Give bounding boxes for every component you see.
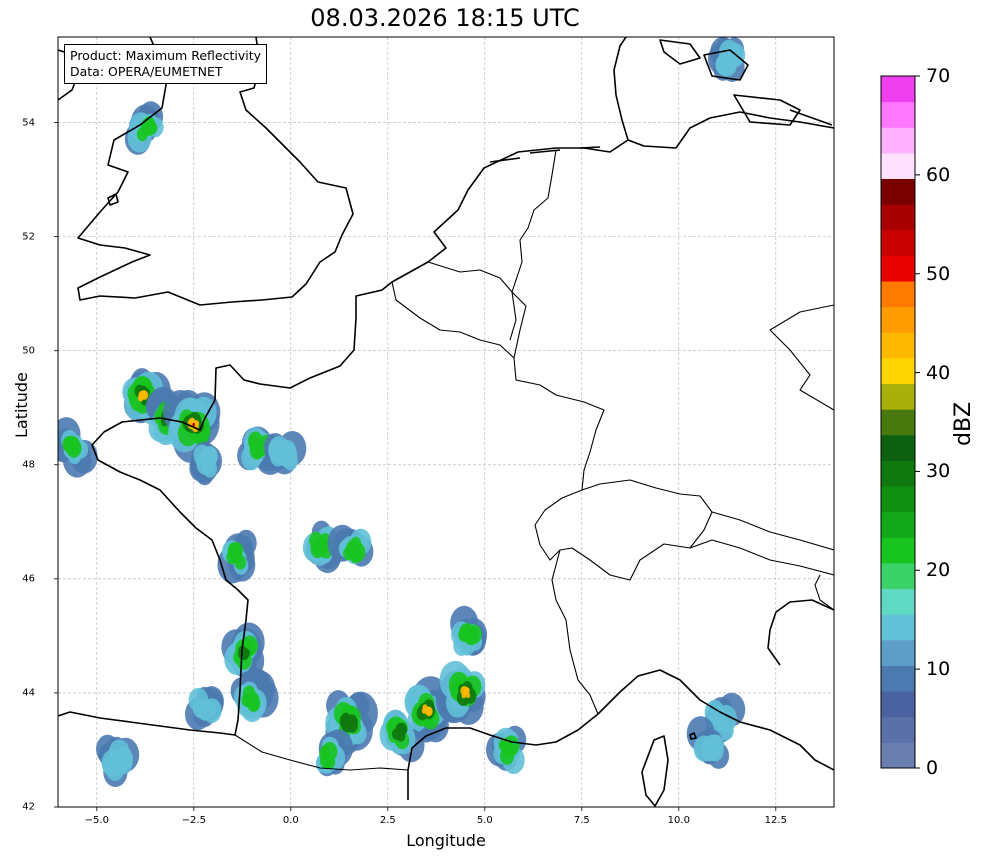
x-tick-label: 5.0 [476, 815, 493, 826]
x-tick-label: −5.0 [84, 815, 109, 826]
colorbar-segment [881, 281, 915, 308]
y-tick-label: 50 [22, 345, 35, 357]
colorbar-segment [881, 255, 915, 282]
colorbar [880, 75, 920, 769]
precip-blob [199, 705, 212, 721]
colorbar-segment [881, 460, 915, 487]
precip-blob [268, 436, 290, 464]
precip-blob [350, 536, 362, 551]
colorbar-segment [881, 306, 915, 333]
precip-blob [231, 551, 242, 565]
precip-blob [700, 737, 720, 762]
y-tick-label: 48 [22, 459, 35, 471]
x-tick-label: −2.5 [181, 815, 206, 826]
colorbar-segment [881, 537, 915, 564]
colorbar-segment [881, 229, 915, 256]
colorbar-segment [881, 588, 915, 615]
y-tick-label: 44 [22, 687, 35, 699]
precip-blob [193, 423, 195, 426]
colorbar-segment [881, 716, 915, 743]
colorbar-segment [881, 665, 915, 692]
radar-map [54, 36, 920, 811]
colorbar-tick-label: 70 [926, 65, 951, 87]
colorbar-segment [881, 127, 915, 154]
precip-blob [460, 686, 468, 696]
y-tick-marks [54, 122, 58, 808]
colorbar-segment [881, 639, 915, 666]
colorbar-segment [881, 178, 915, 205]
colorbar-segment [881, 434, 915, 461]
precip-blob [309, 531, 323, 550]
precip-blob [396, 730, 406, 742]
colorbar-label: dBZ [951, 401, 976, 446]
x-tick-marks [96, 807, 777, 811]
precip-blob [196, 452, 215, 475]
precip-blob [248, 435, 260, 451]
info-product: Product: Maximum Reflectivity [70, 48, 262, 63]
precip-blob [425, 706, 433, 717]
x-tick-label: 12.5 [764, 815, 787, 826]
info-box: Product: Maximum Reflectivity Data: OPER… [64, 44, 268, 84]
precip-blob [503, 744, 514, 758]
colorbar-tick-label: 60 [926, 163, 951, 186]
y-tick-label: 54 [22, 117, 35, 129]
colorbar-segment [881, 691, 915, 718]
x-axis-label: Longitude [406, 831, 486, 850]
x-tick-label: 10.0 [667, 815, 690, 826]
colorbar-segment [881, 742, 915, 769]
colorbar-segment [881, 152, 915, 180]
precip-blob [322, 741, 338, 762]
y-tick-label: 52 [22, 231, 35, 243]
colorbar-segment [881, 204, 915, 231]
colorbar-segment [881, 511, 915, 538]
colorbar-segment [881, 332, 915, 359]
x-tick-label: 7.5 [573, 815, 590, 826]
colorbar-tick-label: 30 [926, 460, 951, 483]
precip-blob [140, 390, 149, 400]
colorbar-segment [881, 614, 915, 641]
x-tick-label: 0.0 [282, 815, 299, 826]
y-axis-label: Latitude [12, 372, 31, 438]
info-source: Data: OPERA/EUMETNET [70, 64, 223, 79]
precip-blob [106, 758, 124, 781]
colorbar-segment [881, 409, 915, 436]
x-tick-label: 2.5 [379, 815, 396, 826]
y-tick-label: 46 [22, 573, 35, 585]
colorbar-segment [881, 486, 915, 513]
colorbar-tick-label: 40 [926, 361, 951, 384]
precip-blob [341, 718, 353, 733]
colorbar-tick-label: 20 [926, 559, 951, 582]
colorbar-segment [881, 357, 915, 385]
colorbar-segment [881, 383, 915, 410]
precip-blob [65, 435, 80, 455]
precip-blob [349, 549, 360, 563]
colorbar-tick-label: 50 [926, 262, 951, 285]
colorbar-tick-label: 0 [926, 757, 939, 779]
precip-blob [244, 694, 255, 708]
colorbar-segment [881, 562, 915, 590]
colorbar-tick-label: 10 [926, 658, 951, 681]
colorbar-segment [881, 101, 915, 128]
colorbar-segment [881, 76, 915, 103]
y-tick-label: 42 [22, 801, 35, 813]
precip-blob [459, 623, 475, 643]
